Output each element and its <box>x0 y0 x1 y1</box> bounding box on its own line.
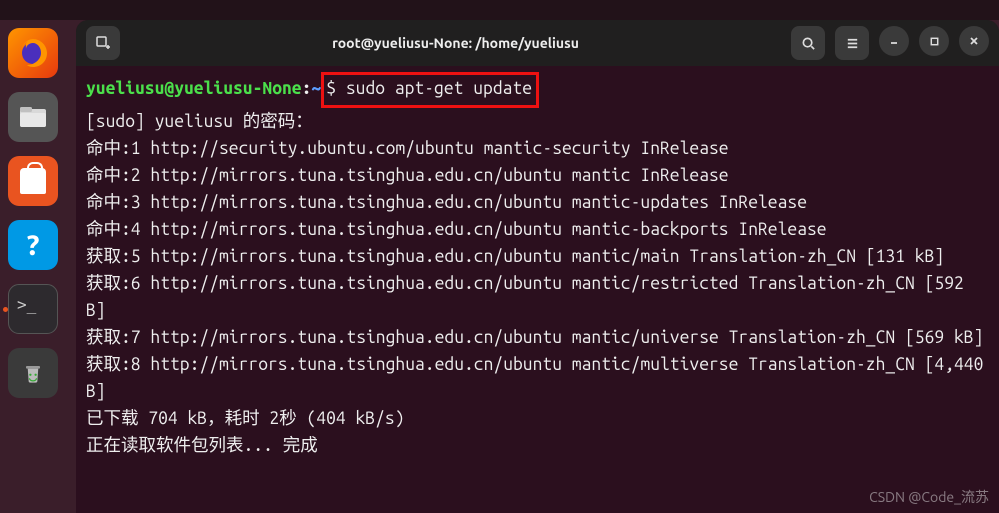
out-line: 获取:8 http://mirrors.tuna.tsinghua.edu.cn… <box>86 355 993 401</box>
close-button[interactable] <box>959 26 989 56</box>
new-tab-button[interactable] <box>86 26 120 60</box>
out-line: 已下载 704 kB，耗时 2秒 (404 kB/s) <box>86 409 405 428</box>
out-line: 命中:2 http://mirrors.tuna.tsinghua.edu.cn… <box>86 166 729 185</box>
terminal-window: root@yueliusu-None: /home/yueliusu yueli… <box>76 20 999 513</box>
command-highlight-box: $ sudo apt-get update <box>321 72 539 108</box>
dock-files-icon[interactable] <box>8 92 58 142</box>
dock-help-icon[interactable]: ? <box>8 220 58 270</box>
running-indicator-icon <box>3 307 8 312</box>
dock-firefox-icon[interactable] <box>8 28 58 78</box>
menu-button[interactable] <box>835 26 869 60</box>
title-bar: root@yueliusu-None: /home/yueliusu <box>76 20 999 66</box>
dock-trash-icon[interactable] <box>8 348 58 398</box>
command-text: sudo apt-get update <box>346 79 532 98</box>
out-line: 获取:5 http://mirrors.tuna.tsinghua.edu.cn… <box>86 247 944 266</box>
search-button[interactable] <box>791 26 825 60</box>
dock-terminal-icon[interactable] <box>8 284 58 334</box>
out-line: 正在读取软件包列表... 完成 <box>86 436 318 455</box>
maximize-button[interactable] <box>919 26 949 56</box>
out-line: 获取:6 http://mirrors.tuna.tsinghua.edu.cn… <box>86 274 974 320</box>
out-line: [sudo] yueliusu 的密码： <box>86 112 313 131</box>
out-line: 命中:4 http://mirrors.tuna.tsinghua.edu.cn… <box>86 220 827 239</box>
minimize-button[interactable] <box>879 26 909 56</box>
terminal-output[interactable]: yueliusu@yueliusu-None:~$ sudo apt-get u… <box>76 66 999 513</box>
dock-ubuntu-software-icon[interactable] <box>8 156 58 206</box>
prompt-user-host: yueliusu@yueliusu-None <box>86 79 302 98</box>
window-title: root@yueliusu-None: /home/yueliusu <box>128 35 783 51</box>
out-line: 命中:1 http://security.ubuntu.com/ubuntu m… <box>86 139 729 158</box>
gnome-top-bar <box>0 0 999 20</box>
out-line: 命中:3 http://mirrors.tuna.tsinghua.edu.cn… <box>86 193 807 212</box>
prompt-path: ~ <box>311 79 321 98</box>
out-line: 获取:7 http://mirrors.tuna.tsinghua.edu.cn… <box>86 328 983 347</box>
dock: ? <box>0 0 66 513</box>
prompt-sigil: $ <box>326 79 346 98</box>
prompt-sep: : <box>302 79 312 98</box>
watermark: CSDN @Code_流苏 <box>869 487 989 507</box>
